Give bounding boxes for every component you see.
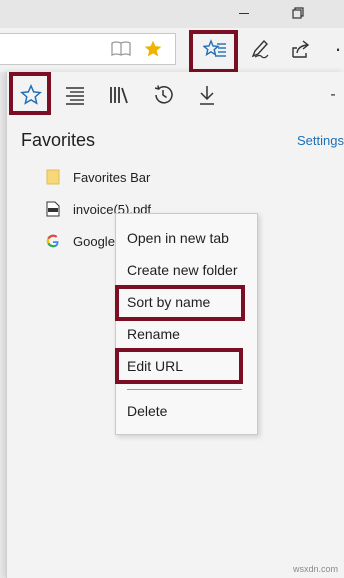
address-toolbar: · (0, 28, 344, 73)
restore-button[interactable] (288, 4, 308, 22)
menu-item-create-folder[interactable]: Create new folder (127, 262, 238, 278)
hub-tab-bar: - (7, 72, 344, 118)
share-icon (292, 40, 310, 58)
more-ellipsis-icon: · (334, 36, 342, 61)
address-bar[interactable] (0, 33, 176, 65)
tab-reading-list[interactable] (60, 80, 90, 110)
list-item-label: Google (73, 233, 115, 249)
edit-url-highlight (115, 348, 243, 384)
notes-button[interactable] (247, 36, 273, 62)
watermark: wsxdn.com (292, 564, 338, 574)
pen-notes-icon (251, 39, 269, 59)
books-icon (110, 87, 128, 104)
list-item[interactable]: Google (45, 230, 115, 252)
folder-icon (45, 169, 61, 185)
reading-view-icon (111, 41, 131, 57)
download-icon (200, 86, 214, 105)
list-item-label: Favorites Bar (73, 169, 151, 185)
more-button[interactable]: · (332, 36, 344, 62)
favorites-tab-highlight (9, 72, 51, 115)
google-icon (45, 233, 61, 249)
pin-dash-icon: - (330, 86, 336, 103)
sort-by-name-highlight (115, 285, 245, 321)
settings-link[interactable]: Settings (297, 133, 344, 148)
tab-history[interactable] (148, 80, 178, 110)
menu-divider (127, 389, 242, 390)
minimize-icon (239, 12, 249, 14)
tab-books[interactable] (104, 80, 134, 110)
share-button[interactable] (288, 36, 314, 62)
context-menu: Open in new tab Create new folder Sort b… (115, 213, 258, 435)
restore-window-icon (292, 7, 304, 19)
pdf-icon (45, 201, 61, 217)
menu-item-open-new-tab[interactable]: Open in new tab (127, 230, 229, 246)
history-icon (154, 85, 173, 104)
title-bar (0, 0, 344, 28)
pin-hub-button[interactable]: - (323, 80, 343, 110)
menu-item-delete[interactable]: Delete (127, 403, 167, 419)
reading-list-icon (66, 87, 84, 105)
page-title: Favorites (21, 130, 96, 150)
star-filled-icon (144, 40, 162, 57)
tab-downloads[interactable] (192, 80, 222, 110)
minimize-button[interactable] (234, 4, 254, 22)
hub-button-highlight (189, 30, 238, 73)
reading-view-button[interactable] (110, 39, 132, 59)
menu-item-rename[interactable]: Rename (127, 326, 180, 342)
list-item[interactable]: Favorites Bar (45, 166, 150, 188)
add-favorite-button[interactable] (142, 38, 164, 60)
